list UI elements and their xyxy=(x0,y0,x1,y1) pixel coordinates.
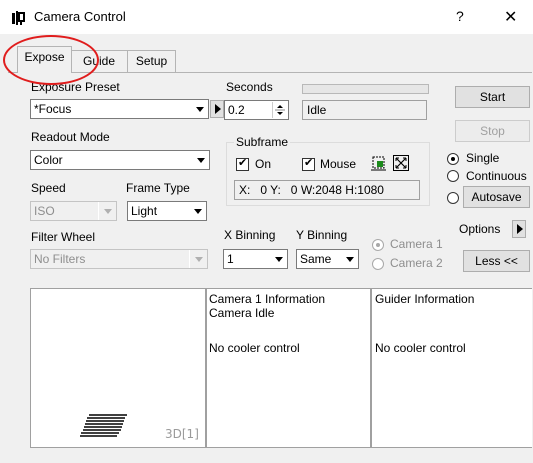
guider-info-panel: Guider Information No cooler control xyxy=(371,288,532,448)
full-frame-icon[interactable] xyxy=(392,154,410,172)
y-binning-select[interactable]: Same xyxy=(296,249,359,269)
guider-info-title: Guider Information xyxy=(375,292,475,306)
camera2-label: Camera 2 xyxy=(390,256,443,270)
chevron-down-icon xyxy=(189,250,207,268)
autosave-button[interactable]: Autosave xyxy=(463,186,530,208)
star-trail-preview-icon xyxy=(80,414,127,437)
x-binning-value: 1 xyxy=(227,252,234,266)
readout-mode-value: Color xyxy=(34,153,63,167)
single-label: Single xyxy=(466,151,500,165)
chevron-down-icon xyxy=(190,100,208,118)
single-radio[interactable] xyxy=(447,153,459,165)
speed-label: Speed xyxy=(31,181,66,195)
title-bar: Camera Control ? ✕ xyxy=(0,0,533,34)
chevron-down-icon xyxy=(98,202,116,220)
subframe-on-label: On xyxy=(255,157,272,171)
stop-button[interactable]: Stop xyxy=(455,120,530,142)
exposure-preset-menu-button[interactable] xyxy=(210,100,224,118)
options-label: Options xyxy=(459,222,501,236)
exposure-preset-label: Exposure Preset xyxy=(31,80,120,94)
chevron-down-icon xyxy=(340,250,358,268)
y-binning-value: Same xyxy=(300,252,332,266)
seconds-label: Seconds xyxy=(226,80,273,94)
camera1-info-status: Camera Idle xyxy=(209,306,275,320)
exposure-status: Idle xyxy=(302,100,427,120)
exposure-status-text: Idle xyxy=(307,103,327,117)
readout-mode-select[interactable]: Color xyxy=(30,150,210,170)
subframe-mouse-checkbox[interactable] xyxy=(302,156,315,171)
close-button[interactable]: ✕ xyxy=(504,7,517,27)
tab-divider xyxy=(8,72,532,73)
preview-panel[interactable]: 3D[1] xyxy=(30,288,206,448)
exposure-preset-value: *Focus xyxy=(34,102,72,116)
chevron-down-icon xyxy=(188,202,206,220)
less-button[interactable]: Less << xyxy=(463,250,530,272)
readout-mode-label: Readout Mode xyxy=(31,130,110,144)
frame-type-select[interactable]: Light xyxy=(127,201,207,221)
autosave-radio[interactable] xyxy=(447,192,459,204)
camera2-radio[interactable] xyxy=(372,258,384,270)
speed-value: ISO xyxy=(34,204,55,218)
app-icon xyxy=(12,11,25,25)
select-region-icon[interactable] xyxy=(370,154,388,172)
chevron-down-icon xyxy=(269,250,287,268)
preview-label: 3D[1] xyxy=(165,427,199,441)
help-button[interactable]: ? xyxy=(456,8,464,24)
camera1-label: Camera 1 xyxy=(390,237,443,251)
x-binning-select[interactable]: 1 xyxy=(223,249,288,269)
x-binning-label: X Binning xyxy=(224,228,276,242)
continuous-radio[interactable] xyxy=(447,170,459,182)
subframe-on-checkbox[interactable] xyxy=(236,156,249,171)
exposure-progress-bar xyxy=(302,84,429,94)
filter-wheel-select[interactable]: No Filters xyxy=(30,249,208,269)
filter-wheel-value: No Filters xyxy=(34,252,86,266)
seconds-value: 0.2 xyxy=(228,103,245,117)
seconds-spinner[interactable] xyxy=(272,102,287,118)
chevron-down-icon xyxy=(191,151,209,169)
start-button[interactable]: Start xyxy=(455,86,530,108)
tab-expose[interactable]: Expose xyxy=(17,46,72,73)
guider-cooler-status: No cooler control xyxy=(375,341,466,355)
exposure-preset-select[interactable]: *Focus xyxy=(30,99,209,119)
options-button[interactable] xyxy=(512,220,526,238)
camera1-cooler-status: No cooler control xyxy=(209,341,300,355)
frame-type-value: Light xyxy=(131,204,158,218)
subframe-coords: X: 0 Y: 0 W:2048 H:1080 xyxy=(234,180,420,200)
spinner-arrows-icon xyxy=(275,105,285,115)
subframe-coords-text: X: 0 Y: 0 W:2048 H:1080 xyxy=(239,183,384,197)
window-title: Camera Control xyxy=(34,9,126,24)
tab-guide[interactable]: Guide xyxy=(70,50,128,72)
camera1-radio[interactable] xyxy=(372,239,384,251)
tab-setup[interactable]: Setup xyxy=(127,50,176,72)
continuous-label: Continuous xyxy=(466,169,527,183)
speed-select[interactable]: ISO xyxy=(30,201,117,221)
y-binning-label: Y Binning xyxy=(296,228,348,242)
subframe-label: Subframe xyxy=(234,135,291,149)
frame-type-label: Frame Type xyxy=(126,181,190,195)
camera1-info-title: Camera 1 Information xyxy=(209,292,326,306)
filter-wheel-label: Filter Wheel xyxy=(31,230,96,244)
seconds-input[interactable]: 0.2 xyxy=(224,100,289,120)
camera1-info-panel: Camera 1 Information Camera Idle No cool… xyxy=(206,288,371,448)
subframe-mouse-label: Mouse xyxy=(320,157,357,171)
